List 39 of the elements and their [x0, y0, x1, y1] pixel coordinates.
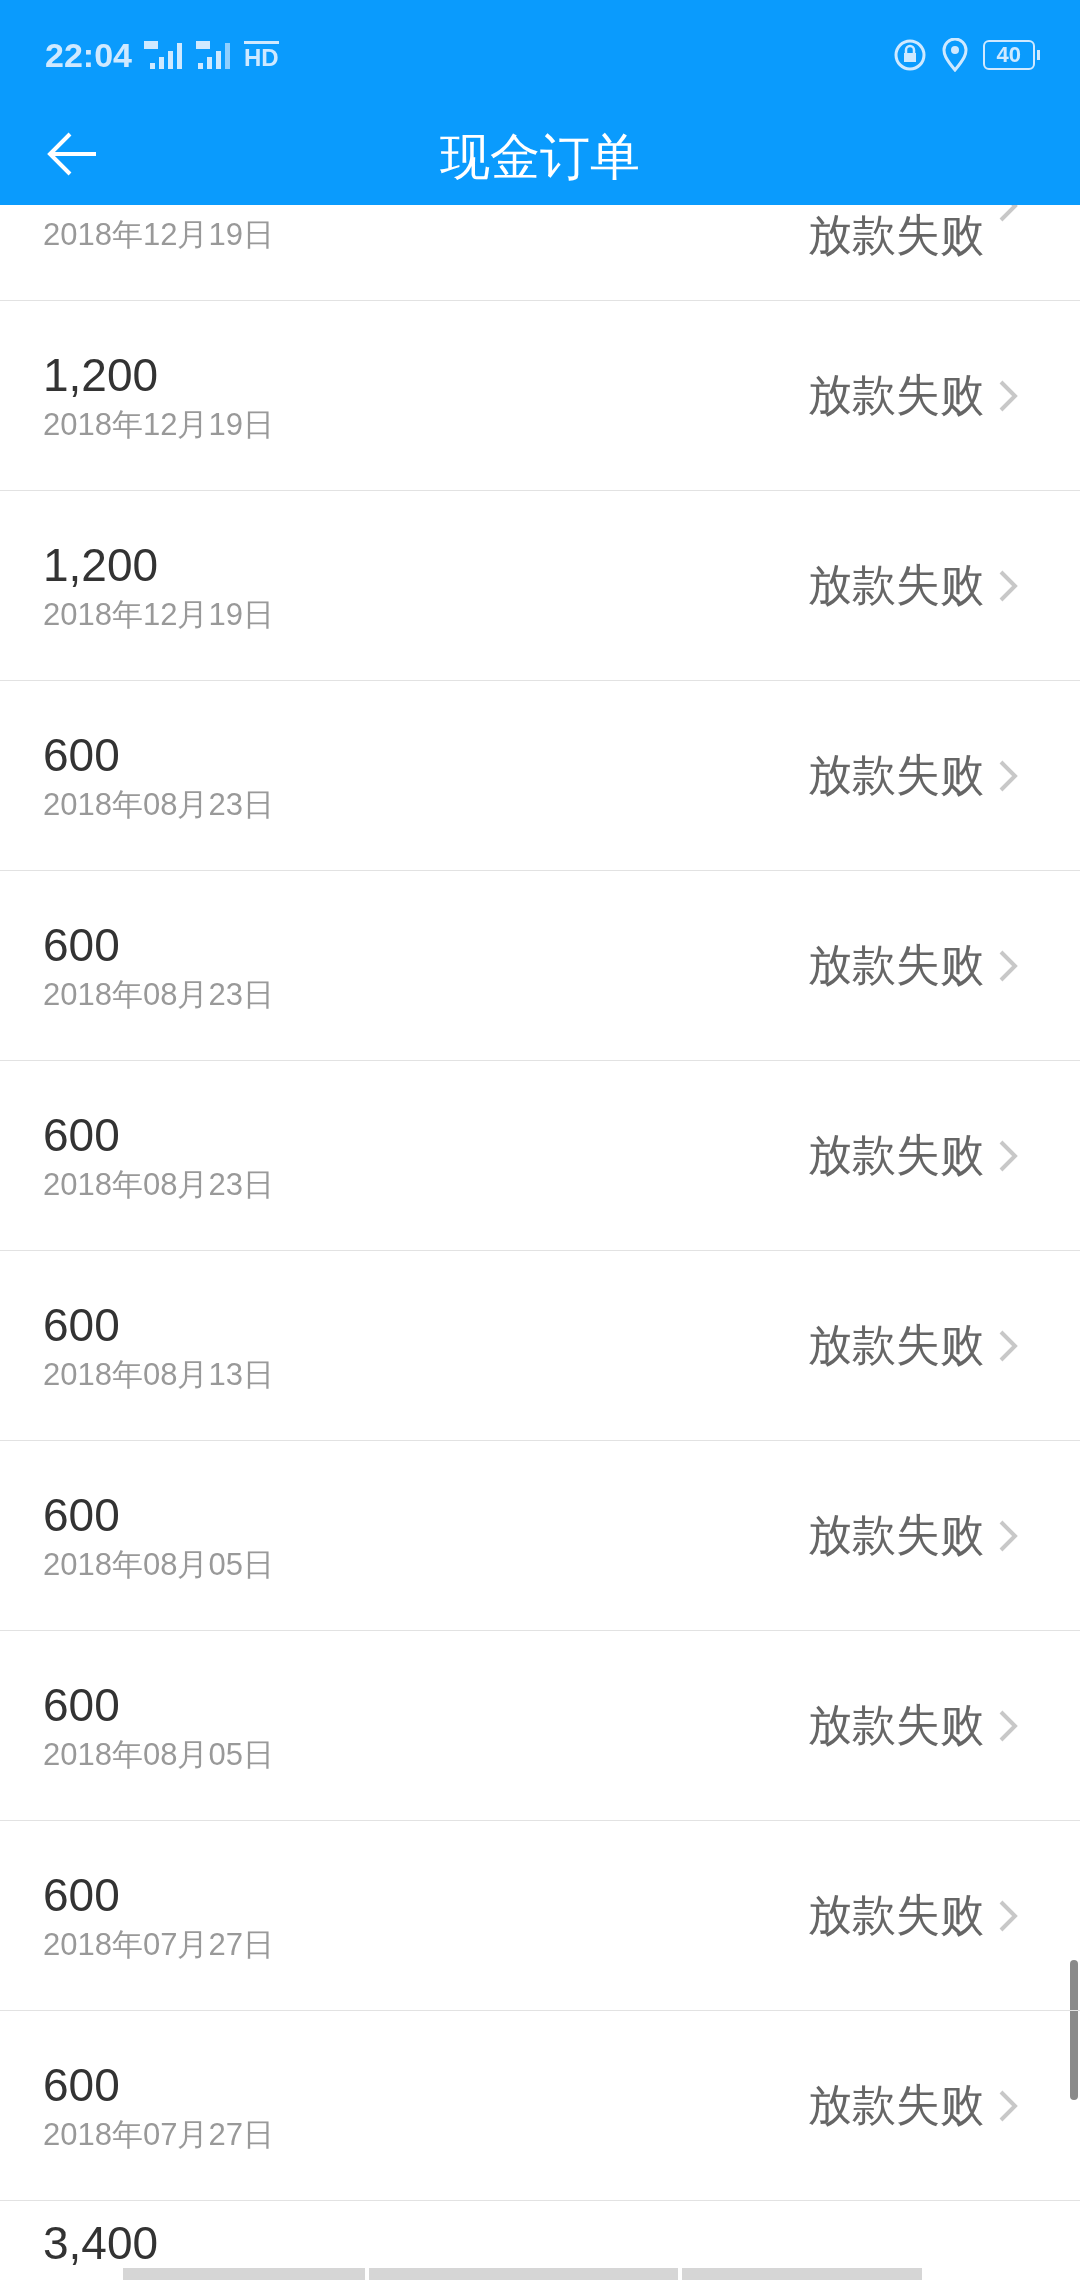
- order-amount: 1,200: [43, 347, 159, 403]
- order-status: 放款失败: [808, 1319, 984, 1371]
- order-date: 2018年08月05日: [43, 1735, 275, 1774]
- order-date: 2018年08月23日: [43, 785, 275, 824]
- order-amount: 600: [43, 1867, 120, 1923]
- order-date: 2018年08月23日: [43, 975, 275, 1014]
- order-amount: 600: [43, 727, 120, 783]
- hd-indicator: HD: [243, 40, 279, 70]
- order-date: 2018年12月19日: [43, 215, 275, 254]
- order-date: 2018年12月19日: [43, 595, 275, 634]
- order-amount: 3,400: [43, 2216, 159, 2271]
- order-status: 放款失败: [808, 1129, 984, 1181]
- order-amount: 600: [43, 2057, 120, 2113]
- order-status: 放款失败: [808, 559, 984, 611]
- order-status: 放款失败: [808, 749, 984, 801]
- order-status: 放款失败: [808, 939, 984, 991]
- order-status: 放款失败: [808, 1699, 984, 1751]
- order-date: 2018年08月05日: [43, 1545, 275, 1584]
- order-amount: 600: [43, 1297, 120, 1353]
- order-status: 放款失败: [808, 209, 984, 261]
- order-date: 2018年08月13日: [43, 1355, 275, 1394]
- order-amount: 600: [43, 1107, 120, 1163]
- order-date: 2018年07月27日: [43, 2115, 275, 2154]
- order-status: 放款失败: [808, 2079, 984, 2131]
- order-status: 放款失败: [808, 1509, 984, 1561]
- order-status: 放款失败: [808, 1889, 984, 1941]
- order-status: 放款失败: [808, 369, 984, 421]
- order-date: 2018年08月23日: [43, 1165, 275, 1204]
- page-title: 现金订单: [440, 128, 640, 187]
- order-date: 2018年12月19日: [43, 405, 275, 444]
- lock-icon: [892, 38, 927, 72]
- order-amount: 600: [43, 1677, 120, 1733]
- status-time: 22:04: [45, 35, 132, 75]
- order-amount: 600: [43, 1487, 120, 1543]
- order-amount: 600: [43, 917, 120, 973]
- order-amount: 1,200: [43, 537, 159, 593]
- back-arrow-icon[interactable]: [46, 132, 98, 176]
- order-date: 2018年07月27日: [43, 1925, 275, 1964]
- location-icon: [940, 38, 969, 72]
